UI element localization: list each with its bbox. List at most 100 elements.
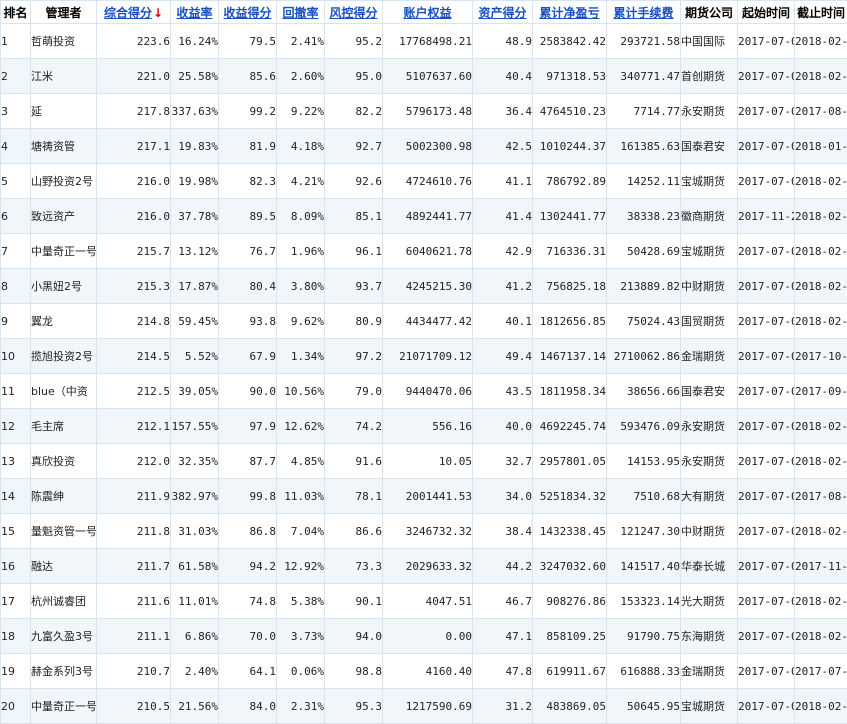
manager-link[interactable]: 致远资产: [31, 199, 97, 234]
table-row[interactable]: 3延217.8337.63%99.29.22%82.25796173.4836.…: [1, 94, 847, 129]
header-cum-pnl[interactable]: 累计净盈亏: [533, 1, 607, 24]
cell-equity: 4245215.30: [383, 269, 473, 304]
cell-equity: 1217590.69: [383, 689, 473, 724]
cell-start-time: 2017-07-03: [738, 164, 795, 199]
cell-risk-score: 73.3: [325, 549, 383, 584]
cell-return-score: 99.8: [219, 479, 277, 514]
table-row[interactable]: 7中量奇正一号215.713.12%76.71.96%96.16040621.7…: [1, 234, 847, 269]
manager-link[interactable]: 融达: [31, 549, 97, 584]
table-row[interactable]: 6致远资产216.037.78%89.58.09%85.14892441.774…: [1, 199, 847, 234]
cell-cum-fee: 14153.95: [607, 444, 681, 479]
table-row[interactable]: 8小黑妞2号215.317.87%80.43.80%93.74245215.30…: [1, 269, 847, 304]
cell-cum-fee: 213889.82: [607, 269, 681, 304]
cell-asset-score: 41.2: [473, 269, 533, 304]
cell-composite-score: 211.1: [97, 619, 171, 654]
cell-futures-company: 金瑞期货: [681, 654, 738, 689]
cell-risk-score: 96.1: [325, 234, 383, 269]
cell-start-time: 2017-07-03: [738, 234, 795, 269]
table-row[interactable]: 12毛主席212.1157.55%97.912.62%74.2556.1640.…: [1, 409, 847, 444]
cell-composite-score: 212.0: [97, 444, 171, 479]
header-composite-score[interactable]: 综合得分↓: [97, 1, 171, 24]
manager-link[interactable]: 翼龙: [31, 304, 97, 339]
header-drawdown[interactable]: 回撤率: [277, 1, 325, 24]
manager-link[interactable]: 哲萌投资: [31, 24, 97, 59]
ranking-table: 排名 管理者 综合得分↓ 收益率 收益得分 回撤率 风控得分 账户权益 资产得分…: [0, 0, 847, 724]
manager-link[interactable]: 杭州诚睿团: [31, 584, 97, 619]
cell-cum-pnl: 908276.86: [533, 584, 607, 619]
table-row[interactable]: 18九富久盈3号211.16.86%70.03.73%94.00.0047.18…: [1, 619, 847, 654]
table-row[interactable]: 14陈震绅211.9382.97%99.811.03%78.12001441.5…: [1, 479, 847, 514]
header-risk-score[interactable]: 风控得分: [325, 1, 383, 24]
manager-link[interactable]: 小黑妞2号: [31, 269, 97, 304]
table-row[interactable]: 1哲萌投资223.616.24%79.52.41%95.217768498.21…: [1, 24, 847, 59]
manager-link[interactable]: 塘祷资管: [31, 129, 97, 164]
cell-start-time: 2017-07-03: [738, 514, 795, 549]
cell-end-time: 2018-02-07: [795, 409, 847, 444]
header-equity[interactable]: 账户权益: [383, 1, 473, 24]
table-row[interactable]: 9翼龙214.859.45%93.89.62%80.94434477.4240.…: [1, 304, 847, 339]
table-row[interactable]: 15量魁资管一号211.831.03%86.87.04%86.63246732.…: [1, 514, 847, 549]
cell-cum-fee: 293721.58: [607, 24, 681, 59]
manager-link[interactable]: 真欣投资: [31, 444, 97, 479]
table-row[interactable]: 19赫金系列3号210.72.40%64.10.06%98.84160.4047…: [1, 654, 847, 689]
cell-risk-score: 92.7: [325, 129, 383, 164]
cell-equity: 556.16: [383, 409, 473, 444]
cell-start-time: 2017-07-03: [738, 619, 795, 654]
cell-equity: 21071709.12: [383, 339, 473, 374]
header-composite-label[interactable]: 综合得分: [104, 6, 152, 20]
table-row[interactable]: 4塘祷资管217.119.83%81.94.18%92.75002300.984…: [1, 129, 847, 164]
manager-link[interactable]: 揽旭投资2号: [31, 339, 97, 374]
cell-futures-company: 中财期货: [681, 514, 738, 549]
cell-futures-company: 国泰君安: [681, 374, 738, 409]
cell-cum-pnl: 2583842.42: [533, 24, 607, 59]
cell-return-score: 97.9: [219, 409, 277, 444]
manager-link[interactable]: 中量奇正一号: [31, 689, 97, 724]
table-row[interactable]: 20中量奇正一号210.521.56%84.02.31%95.31217590.…: [1, 689, 847, 724]
cell-cum-fee: 7510.68: [607, 479, 681, 514]
cell-cum-fee: 2710062.86: [607, 339, 681, 374]
cell-composite-score: 210.5: [97, 689, 171, 724]
manager-link[interactable]: 量魁资管一号: [31, 514, 97, 549]
cell-cum-fee: 616888.33: [607, 654, 681, 689]
cell-rank: 16: [1, 549, 31, 584]
table-row[interactable]: 5山野投资2号216.019.98%82.34.21%92.64724610.7…: [1, 164, 847, 199]
manager-link[interactable]: 中量奇正一号: [31, 234, 97, 269]
header-asset-score[interactable]: 资产得分: [473, 1, 533, 24]
cell-cum-pnl: 619911.67: [533, 654, 607, 689]
cell-rank: 13: [1, 444, 31, 479]
header-end-time: 截止时间: [795, 1, 847, 24]
cell-return-rate: 21.56%: [171, 689, 219, 724]
manager-link[interactable]: 九富久盈3号: [31, 619, 97, 654]
manager-link[interactable]: 山野投资2号: [31, 164, 97, 199]
cell-cum-pnl: 1010244.37: [533, 129, 607, 164]
table-row[interactable]: 2江米221.025.58%85.62.60%95.05107637.6040.…: [1, 59, 847, 94]
manager-link[interactable]: 赫金系列3号: [31, 654, 97, 689]
header-cum-fee[interactable]: 累计手续费: [607, 1, 681, 24]
cell-equity: 3246732.32: [383, 514, 473, 549]
cell-cum-pnl: 1302441.77: [533, 199, 607, 234]
cell-asset-score: 31.2: [473, 689, 533, 724]
cell-drawdown: 1.34%: [277, 339, 325, 374]
manager-link[interactable]: 江米: [31, 59, 97, 94]
table-row[interactable]: 10揽旭投资2号214.55.52%67.91.34%97.221071709.…: [1, 339, 847, 374]
cell-rank: 9: [1, 304, 31, 339]
manager-link[interactable]: blue（中资: [31, 374, 97, 409]
manager-link[interactable]: 陈震绅: [31, 479, 97, 514]
cell-return-rate: 19.98%: [171, 164, 219, 199]
manager-link[interactable]: 毛主席: [31, 409, 97, 444]
table-row[interactable]: 13真欣投资212.032.35%87.74.85%91.610.0532.72…: [1, 444, 847, 479]
table-row[interactable]: 11blue（中资212.539.05%90.010.56%79.0944047…: [1, 374, 847, 409]
cell-drawdown: 1.96%: [277, 234, 325, 269]
cell-end-time: 2017-10-24: [795, 339, 847, 374]
header-return-score[interactable]: 收益得分: [219, 1, 277, 24]
cell-end-time: 2018-02-07: [795, 24, 847, 59]
table-row[interactable]: 17杭州诚睿团211.611.01%74.85.38%90.14047.5146…: [1, 584, 847, 619]
cell-start-time: 2017-07-01: [738, 654, 795, 689]
cell-asset-score: 47.8: [473, 654, 533, 689]
cell-drawdown: 0.06%: [277, 654, 325, 689]
header-rank: 排名: [1, 1, 31, 24]
table-row[interactable]: 16融达211.761.58%94.212.92%73.32029633.324…: [1, 549, 847, 584]
cell-return-rate: 25.58%: [171, 59, 219, 94]
manager-link[interactable]: 延: [31, 94, 97, 129]
header-return-rate[interactable]: 收益率: [171, 1, 219, 24]
